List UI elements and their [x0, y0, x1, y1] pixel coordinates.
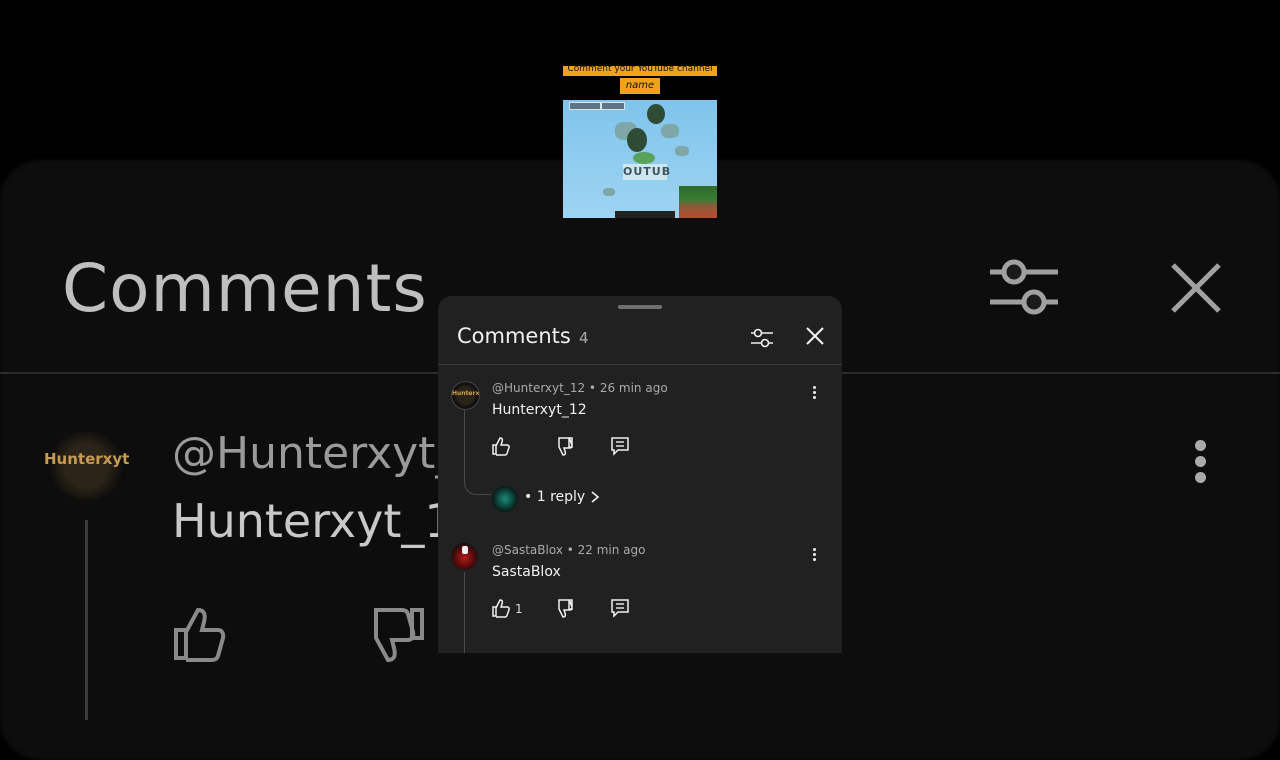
background-like-icon — [174, 607, 226, 662]
background-more-icon — [1195, 440, 1207, 488]
avatar[interactable]: Hunterxyt — [451, 381, 480, 410]
background-comment-text: Hunterxyt_1 — [172, 494, 454, 548]
reply-icon[interactable] — [610, 436, 630, 456]
more-options-icon[interactable] — [811, 548, 817, 563]
background-sliders-icon — [990, 259, 1058, 315]
like-icon[interactable] — [491, 598, 511, 618]
panel-title: Comments — [457, 324, 571, 348]
thread-connector — [464, 480, 491, 495]
avatar[interactable] — [451, 543, 478, 570]
replies-label: • 1 reply — [524, 489, 586, 505]
grass-block — [679, 186, 717, 218]
hud-tab — [569, 102, 601, 110]
tree-foliage — [627, 128, 647, 152]
chevron-right-icon — [590, 491, 600, 503]
tree-foliage — [675, 146, 689, 156]
like-count: 1 — [515, 602, 523, 616]
view-replies-link[interactable]: • 1 reply — [524, 489, 600, 505]
more-options-icon[interactable] — [811, 386, 817, 401]
comments-panel: Comments 4 Hunterxyt @Hunterxyt_12 • 26 … — [438, 296, 842, 653]
background-dislike-icon — [374, 608, 424, 662]
tree-foliage — [647, 104, 665, 124]
thread-line — [464, 410, 465, 480]
hud-tab — [601, 102, 625, 110]
grass-island — [633, 152, 655, 164]
close-icon[interactable] — [805, 326, 825, 346]
comment-count: 4 — [579, 329, 589, 347]
game-scene: OUTUB — [563, 100, 717, 218]
reply-icon[interactable] — [610, 598, 630, 618]
background-close-icon — [1171, 263, 1221, 313]
hotbar — [615, 211, 675, 218]
comment-text: SastaBlox — [492, 564, 561, 580]
tree-foliage — [603, 188, 615, 196]
comment-text: Hunterxyt_12 — [492, 402, 587, 418]
reply-avatar — [492, 486, 518, 512]
sliders-icon[interactable] — [750, 326, 774, 350]
like-icon[interactable] — [491, 436, 511, 456]
dislike-icon[interactable] — [554, 436, 574, 456]
header-separator — [438, 364, 842, 365]
background-title: Comments — [62, 250, 428, 327]
sign-text: OUTUB — [623, 164, 672, 180]
background-avatar: Hunterxyt — [44, 432, 129, 500]
video-caption-name: name — [620, 78, 660, 94]
background-thread-line — [85, 520, 88, 720]
comment-meta: @SastaBlox • 22 min ago — [492, 543, 646, 557]
tree-foliage — [661, 124, 679, 138]
video-caption-line: Comment your YouTube channel — [563, 66, 717, 76]
dislike-icon[interactable] — [554, 598, 574, 618]
video-thumbnail[interactable]: Comment your YouTube channel name OUTUB — [563, 66, 717, 218]
thread-line — [464, 572, 465, 653]
comment-meta: @Hunterxyt_12 • 26 min ago — [492, 381, 668, 395]
drag-handle[interactable] — [618, 305, 662, 309]
